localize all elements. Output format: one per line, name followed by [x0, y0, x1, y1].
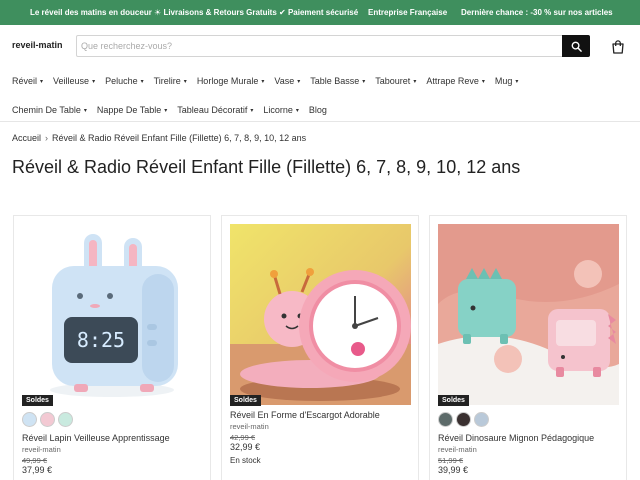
color-swatch[interactable]: [438, 412, 453, 427]
nav-item-label: Tirelire: [153, 76, 181, 86]
product-price: 32,99 €: [230, 442, 261, 452]
nav-item-attrape-reve[interactable]: Attrape Reve ▾: [426, 76, 485, 86]
search-button[interactable]: [562, 35, 590, 57]
color-swatches: [438, 412, 492, 428]
nav-item-chemin-de-table[interactable]: Chemin De Table ▾: [12, 105, 87, 115]
compare-price: 42,99 €: [230, 433, 256, 442]
product-vendor: reveil-matin: [230, 422, 269, 431]
nav-item-veilleuse[interactable]: Veilleuse ▾: [53, 76, 95, 86]
breadcrumb-separator: ›: [45, 133, 49, 143]
nav-item-blog[interactable]: Blog: [309, 105, 327, 115]
announcement-company: Entreprise Française: [368, 8, 448, 17]
product-title[interactable]: Réveil En Forme d'Escargot Adorable: [230, 410, 380, 420]
nav-row-1: Réveil ▾ Veilleuse ▾ Peluche ▾ Tirelire ▾ Horlog…: [12, 71, 528, 87]
chevron-down-icon: ▾: [164, 108, 168, 114]
color-swatches: [22, 412, 76, 428]
chevron-down-icon: ▾: [362, 79, 366, 85]
nav-item-label: Horloge Murale: [196, 76, 259, 86]
nav-item-label: Nappe De Table: [96, 105, 162, 115]
product-title[interactable]: Réveil Dinosaure Mignon Pédagogique: [438, 433, 594, 443]
sale-badge: Soldes: [22, 395, 53, 406]
breadcrumb: Accueil › Réveil & Radio Réveil Enfant Fil…: [12, 133, 306, 143]
nav-item-tabouret[interactable]: Tabouret ▾: [375, 76, 416, 86]
product-title[interactable]: Réveil Lapin Veilleuse Apprentissage: [22, 433, 170, 443]
chevron-down-icon: ▾: [250, 108, 254, 114]
announcement-bar: Le réveil des matins en douceur ☀ Livrai…: [0, 0, 640, 25]
snail-clock-image: [230, 224, 411, 405]
chevron-down-icon: ▾: [295, 108, 299, 114]
site-header: reveil-matin: [0, 25, 640, 67]
nav-item-label: Réveil: [12, 76, 38, 86]
nav-item-label: Blog: [308, 105, 327, 115]
cart-icon: [612, 40, 624, 54]
chevron-down-icon: ▾: [40, 79, 44, 85]
search-input[interactable]: [77, 36, 563, 56]
chevron-down-icon: ▾: [261, 79, 265, 85]
color-swatch[interactable]: [22, 412, 37, 427]
chevron-down-icon: ▾: [83, 108, 87, 114]
color-swatch[interactable]: [456, 412, 471, 427]
sale-badge: Soldes: [438, 395, 469, 406]
chevron-down-icon: ▾: [515, 79, 519, 85]
nav-item-peluche[interactable]: Peluche ▾: [105, 76, 144, 86]
nav-item-label: Vase: [274, 76, 295, 86]
header-divider: [0, 121, 640, 122]
nav-item-mug[interactable]: Mug ▾: [495, 76, 519, 86]
nav-item-label: Mug: [494, 76, 513, 86]
color-swatch[interactable]: [474, 412, 489, 427]
chevron-down-icon: ▾: [481, 79, 485, 85]
breadcrumb-current: Réveil & Radio Réveil Enfant Fille (Fill…: [52, 133, 307, 143]
compare-price: 51,99 €: [438, 456, 464, 465]
bunny-clock-image: 8:25: [22, 224, 203, 405]
chevron-down-icon: ▾: [140, 79, 144, 85]
product-image[interactable]: 8:25: [22, 224, 203, 405]
product-price: 39,99 €: [438, 465, 469, 475]
nav-item-label: Attrape Reve: [426, 76, 479, 86]
nav-item-licorne[interactable]: Licorne ▾: [263, 105, 299, 115]
nav-item-label: Tableau Décoratif: [177, 105, 248, 115]
stock-status: En stock: [230, 456, 261, 465]
nav-item-vase[interactable]: Vase ▾: [274, 76, 300, 86]
product-card[interactable]: Soldes Réveil Dinosaure Mignon Pédagogiq…: [429, 215, 627, 480]
product-image[interactable]: [230, 224, 411, 405]
dinosaur-clock-image: [438, 224, 619, 405]
nav-item-label: Chemin De Table: [12, 105, 81, 115]
nav-item-reveil[interactable]: Réveil ▾: [12, 76, 43, 86]
nav-row-2: Chemin De Table ▾ Nappe De Table ▾ Tableau D…: [12, 100, 337, 116]
breadcrumb-home[interactable]: Accueil: [12, 133, 41, 143]
nav-item-label: Peluche: [105, 76, 138, 86]
chevron-down-icon: ▾: [92, 79, 96, 85]
search-bar: [76, 35, 590, 57]
nav-item-label: Licorne: [263, 105, 293, 115]
nav-item-label: Table Basse: [310, 76, 360, 86]
chevron-down-icon: ▾: [183, 79, 187, 85]
product-vendor: reveil-matin: [22, 445, 61, 454]
search-icon: [571, 41, 582, 52]
chevron-down-icon: ▾: [297, 79, 301, 85]
nav-item-label: Veilleuse: [53, 76, 90, 86]
nav-item-nappe-de-table[interactable]: Nappe De Table ▾: [97, 105, 167, 115]
nav-item-tirelire[interactable]: Tirelire ▾: [154, 76, 187, 86]
compare-price: 49,99 €: [22, 456, 48, 465]
site-logo[interactable]: reveil-matin: [12, 40, 63, 50]
product-price: 37,99 €: [22, 465, 53, 475]
sale-badge: Soldes: [230, 395, 261, 406]
cart-button[interactable]: [610, 39, 626, 55]
chevron-down-icon: ▾: [413, 79, 417, 85]
svg-text:8:25: 8:25: [77, 328, 125, 352]
page-title: Réveil & Radio Réveil Enfant Fille (Fill…: [12, 157, 521, 177]
color-swatch[interactable]: [58, 412, 73, 427]
nav-item-tableau-decoratif[interactable]: Tableau Décoratif ▾: [177, 105, 253, 115]
product-card[interactable]: Soldes Réveil En Forme d'Escargot Adorab…: [221, 215, 419, 480]
color-swatch[interactable]: [40, 412, 55, 427]
product-image[interactable]: [438, 224, 619, 405]
announcement-promo[interactable]: Dernière chance : -30 % sur nos articles: [461, 8, 613, 17]
product-card[interactable]: 8:25 Soldes Réveil Lapin Veilleuse Appre…: [13, 215, 211, 480]
nav-item-horloge-murale[interactable]: Horloge Murale ▾: [197, 76, 265, 86]
product-vendor: reveil-matin: [438, 445, 477, 454]
announcement-text: Le réveil des matins en douceur ☀ Livrai…: [30, 8, 359, 17]
nav-item-label: Tabouret: [375, 76, 411, 86]
nav-item-table-basse[interactable]: Table Basse ▾: [310, 76, 365, 86]
